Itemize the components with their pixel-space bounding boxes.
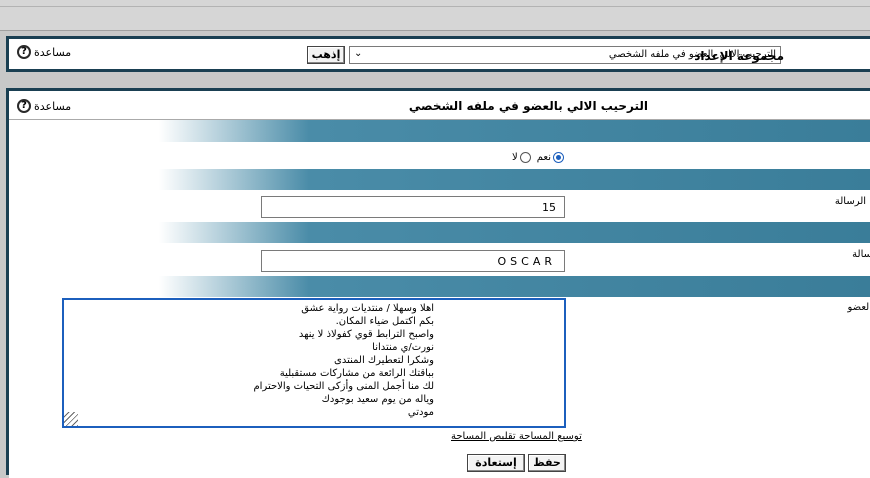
radio-yes-label: نعم: [537, 152, 551, 163]
radio-yes[interactable]: نعم: [537, 152, 564, 163]
field1-row: ا الرسالة: [9, 190, 870, 223]
resize-links[interactable]: توسيع المساحة تقليص المساحة: [451, 431, 582, 442]
field1-label: ا الرسالة: [835, 196, 870, 207]
help-link-group[interactable]: مساعدة ?: [17, 45, 71, 59]
radio-dot-yes[interactable]: [553, 152, 564, 163]
radio-no[interactable]: لا: [512, 152, 531, 163]
actions-row: حفظ إستعادة: [9, 451, 870, 478]
panel-header: مساعدة ? الترحيب الالي بالعضو في ملفه ال…: [9, 91, 870, 120]
field2-input[interactable]: [261, 250, 565, 272]
question-icon: ?: [17, 45, 31, 59]
section-band: [9, 120, 870, 142]
section-band: [9, 169, 870, 190]
field3-label: العضو: [848, 302, 870, 313]
resize-grip-icon[interactable]: [64, 412, 78, 426]
section-band: [9, 276, 870, 297]
browser-top-bar: [0, 0, 870, 31]
go-button[interactable]: إذهب: [307, 46, 345, 64]
field1-input[interactable]: [261, 196, 565, 218]
save-button[interactable]: حفظ: [528, 454, 566, 472]
radio-dot-no[interactable]: [520, 152, 531, 163]
message-row: العضو اهلا وسهلا / منتديات رواية عشق بكم…: [9, 298, 870, 452]
field2-row: سالة: [9, 243, 870, 277]
radio-no-label: لا: [512, 152, 518, 163]
help-label: مساعدة: [34, 100, 71, 113]
question-icon: ?: [17, 99, 31, 113]
reset-button[interactable]: إستعادة: [467, 454, 525, 472]
field2-label: سالة: [852, 249, 870, 260]
settings-group-label: مجموعة الإعداد: [694, 49, 784, 63]
enable-radio-group: نعم لا: [512, 152, 564, 163]
top-strip: [0, 6, 870, 7]
section-band: [9, 222, 870, 243]
chevron-down-icon: ⌄: [354, 48, 362, 59]
help-label: مساعدة: [34, 46, 71, 59]
enable-row: نعم لا: [9, 142, 870, 170]
message-textarea[interactable]: اهلا وسهلا / منتديات رواية عشق بكم اكتمل…: [62, 298, 566, 428]
settings-group-panel: مساعدة ? إذهب الترحيب الالي بالعضو في مل…: [6, 36, 870, 72]
page-title: الترحيب الالي بالعضو في ملفه الشخصي: [409, 99, 648, 113]
welcome-settings-panel: مساعدة ? الترحيب الالي بالعضو في ملفه ال…: [6, 88, 870, 475]
help-link-main[interactable]: مساعدة ?: [17, 99, 71, 113]
